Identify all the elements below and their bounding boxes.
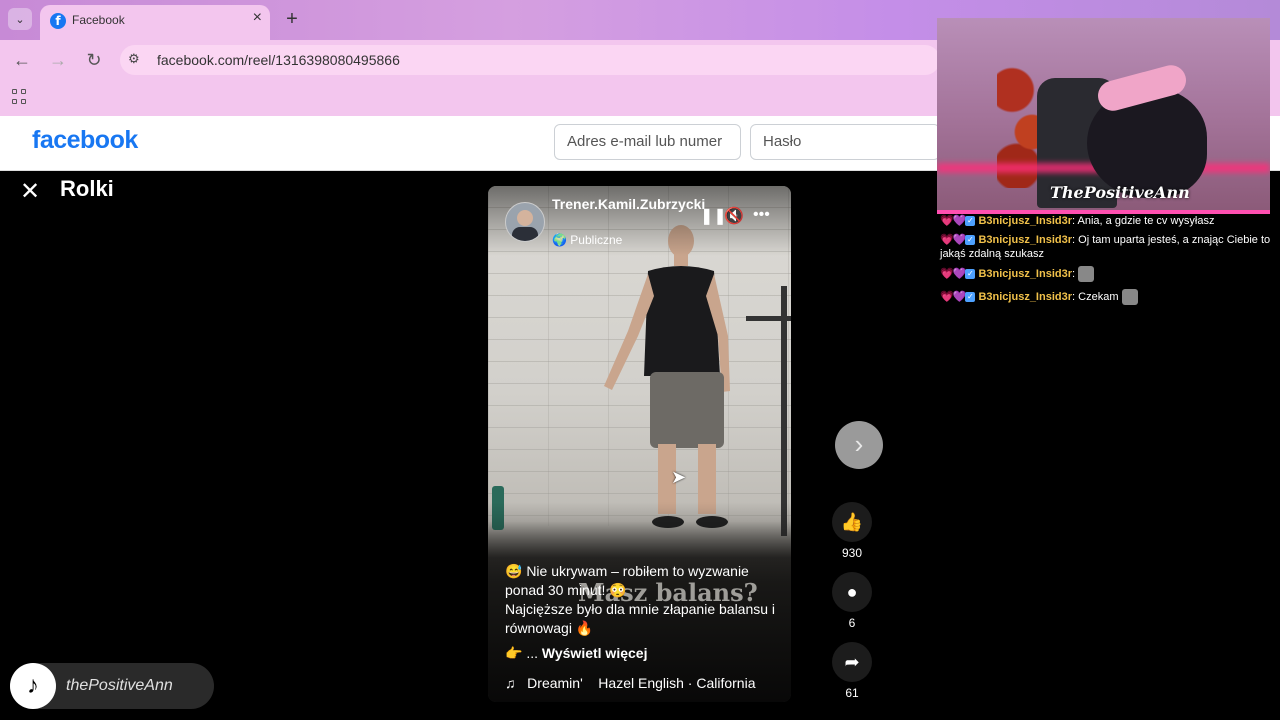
back-button[interactable]: ← (10, 50, 34, 71)
visibility-label: 🌍 Publiczne (552, 233, 622, 247)
chat-message: 💗💜 ✓ B3nicjusz_Insid3r: Czekam (940, 289, 1275, 305)
password-field[interactable]: Hasło (750, 124, 940, 160)
close-icon: ✕ (20, 178, 41, 205)
emote-icon (1121, 289, 1138, 305)
site-settings-icon[interactable]: ⚙ (128, 51, 148, 69)
globe-icon: 🌍 (552, 233, 567, 247)
verified-badge-icon: ✓ (965, 235, 976, 246)
chat-user: B3nicjusz_Insid3r (978, 267, 1073, 280)
tab-facebook[interactable]: f Facebook × (40, 5, 270, 40)
music-icon: ♫ (505, 675, 516, 691)
chat-text: Czekam (1078, 290, 1119, 303)
tiktok-handle: thePositiveAnn (66, 677, 173, 694)
comment-button[interactable]: ● (832, 572, 872, 612)
reload-button[interactable]: ↻ (82, 50, 106, 71)
email-field[interactable]: Adres e-mail lub numer (554, 124, 741, 160)
visibility-text: Publiczne (570, 233, 623, 247)
page-title: Rolki (60, 176, 114, 201)
new-tab-button[interactable]: + (280, 7, 304, 31)
chat-user: B3nicjusz_Insid3r (978, 290, 1073, 303)
like-icon: 👍 (840, 512, 864, 532)
emote-icon (1078, 266, 1095, 282)
chat-user: B3nicjusz_Insid3r (978, 215, 1073, 227)
reel-caption: 😅 Nie ukrywam – robiłem to wyzwanie pona… (505, 562, 780, 638)
url-text: facebook.com/reel/1316398080495866 (157, 52, 400, 68)
chevron-right-icon: › (854, 429, 864, 459)
apps-icon[interactable] (12, 89, 28, 105)
tiktok-handle-badge: ♪ thePositiveAnn (10, 663, 214, 709)
mouse-cursor-icon: ➤ (671, 467, 687, 487)
caption-line-2: Najcięższe było dla mnie złapanie balans… (505, 601, 776, 636)
plus-icon: + (286, 8, 298, 30)
author-name[interactable]: Trener.Kamil.Zubrzycki (552, 195, 705, 213)
chevron-down-icon: ⌄ (15, 13, 25, 26)
forward-button[interactable]: → (46, 50, 70, 71)
next-reel-button[interactable]: › (835, 421, 883, 469)
author-avatar[interactable] (505, 202, 545, 242)
chat-message: 💗💜 ✓ B3nicjusz_Insid3r: (940, 266, 1275, 282)
facebook-logo[interactable]: facebook (32, 126, 138, 155)
comment-count: 6 (848, 616, 856, 630)
pause-button[interactable]: ❚❚ (700, 206, 727, 226)
chat-message: 💗💜 ✓ B3nicjusz_Insid3r: Oj tam uparta jes… (940, 234, 1271, 260)
address-bar[interactable]: ⚙ facebook.com/reel/1316398080495866 (120, 45, 940, 75)
close-icon[interactable]: × (253, 9, 262, 27)
chat-user: B3nicjusz_Insid3r (978, 234, 1073, 246)
tiktok-icon: ♪ (10, 663, 56, 709)
tab-title: Facebook (72, 13, 125, 27)
close-reels-button[interactable]: ✕ (20, 177, 40, 206)
back-icon: ← (13, 50, 31, 70)
share-count: 61 (845, 686, 859, 700)
heart-badge-icon: 💗💜 (940, 215, 966, 227)
verified-badge-icon: ✓ (965, 216, 976, 227)
more-icon: ••• (753, 206, 770, 223)
more-options-button[interactable]: ••• (753, 206, 770, 224)
heart-badge-icon: 💗💜 (940, 234, 966, 246)
like-count: 930 (841, 546, 863, 560)
forward-icon: → (49, 50, 67, 70)
chat-message: 💗💜 ✓ B3nicjusz_Insid3r: Ania, a gdzie te … (940, 215, 1215, 227)
verified-badge-icon: ✓ (965, 292, 976, 302)
share-icon: ➦ (844, 652, 860, 672)
verified-badge-icon: ✓ (965, 269, 976, 279)
comment-icon: ● (846, 582, 858, 602)
see-more[interactable]: 👉 ... Wyświetl więcej (505, 645, 647, 662)
mute-button[interactable]: 🔇 (724, 206, 744, 226)
pause-icon: ❚❚ (700, 208, 727, 225)
see-more-link[interactable]: Wyświetl więcej (542, 645, 648, 661)
reload-icon: ↻ (86, 50, 102, 70)
chat-text: Ania, a gdzie te cv wysyłasz (1077, 215, 1215, 227)
heart-badge-icon: 💗💜 (940, 267, 966, 280)
tab-search-dropdown[interactable]: ⌄ (8, 8, 32, 30)
mute-icon: 🔇 (724, 208, 744, 225)
see-more-prefix: 👉 ... (505, 645, 538, 661)
heart-badge-icon: 💗💜 (940, 290, 966, 303)
like-button[interactable]: 👍 (832, 502, 872, 542)
music-text: Dreamin' Hazel English · California (527, 675, 756, 691)
facebook-favicon-icon: f (50, 13, 66, 29)
music-info[interactable]: ♫ Dreamin' Hazel English · California (505, 675, 785, 691)
share-button[interactable]: ➦ (832, 642, 872, 682)
caption-line-1: 😅 Nie ukrywam – robiłem to wyzwanie pona… (505, 563, 749, 598)
webcam-name: ThePositiveAnn (1050, 183, 1190, 202)
